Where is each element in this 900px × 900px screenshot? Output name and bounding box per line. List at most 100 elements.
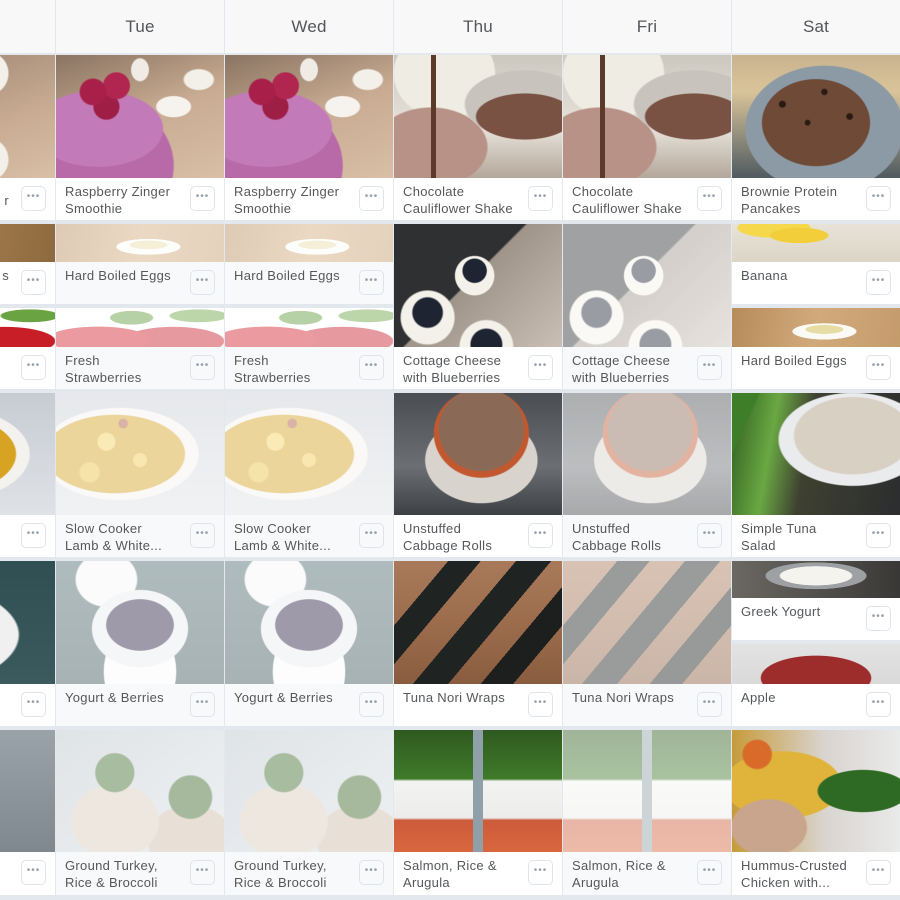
meal-card[interactable]: Cottage Cheese with Blueberries ••• [563,224,731,391]
more-options-button[interactable]: ••• [866,523,891,548]
meal-image[interactable] [563,561,731,684]
meal-image[interactable] [732,561,900,598]
meal-card[interactable]: Raspberry Zinger Smoothie ••• [225,55,393,222]
meal-image[interactable] [732,393,900,515]
meal-card[interactable]: ••• [0,730,55,897]
more-options-button[interactable]: ••• [866,186,891,211]
meal-image[interactable] [56,55,224,178]
meal-name[interactable]: Brownie Protein Pancakes [741,183,854,217]
meal-card[interactable]: Hard Boiled Eggs ••• [732,308,900,391]
meal-card[interactable]: Unstuffed Cabbage Rolls ••• [563,393,731,559]
more-options-button[interactable]: ••• [866,692,891,717]
meal-name[interactable]: Cottage Cheese with Blueberries [572,352,685,386]
meal-card[interactable]: Hard Boiled Eggs ••• [56,224,224,306]
meal-name[interactable]: Salmon, Rice & Arugula [403,857,516,891]
meal-image[interactable] [56,393,224,515]
meal-name[interactable]: Slow Cooker Lamb & White... [65,520,178,554]
meal-name[interactable]: r [4,192,9,209]
meal-card[interactable]: Hard Boiled Eggs ••• [225,224,393,306]
more-options-button[interactable]: ••• [190,355,215,380]
more-options-button[interactable]: ••• [528,860,553,885]
meal-image[interactable] [732,55,900,178]
meal-card[interactable]: Slow Cooker Lamb & White... ••• [225,393,393,559]
meal-card[interactable]: Brownie Protein Pancakes ••• [732,55,900,222]
meal-card[interactable]: Cottage Cheese with Blueberries ••• [394,224,562,391]
more-options-button[interactable]: ••• [190,523,215,548]
more-options-button[interactable]: ••• [359,270,384,295]
more-options-button[interactable]: ••• [190,270,215,295]
meal-card[interactable]: Tuna Nori Wraps ••• [563,561,731,728]
more-options-button[interactable]: ••• [697,860,722,885]
meal-name[interactable]: Raspberry Zinger Smoothie [65,183,178,217]
meal-card[interactable]: Raspberry Zinger Smoothie ••• [56,55,224,222]
meal-image[interactable] [56,730,224,852]
meal-name[interactable]: Chocolate Cauliflower Shake [572,183,685,217]
meal-card[interactable]: Unstuffed Cabbage Rolls ••• [394,393,562,559]
more-options-button[interactable]: ••• [866,270,891,295]
meal-name[interactable]: Unstuffed Cabbage Rolls [403,520,516,554]
meal-image[interactable] [56,308,224,347]
meal-image[interactable] [225,55,393,178]
meal-image[interactable] [563,224,731,347]
meal-card[interactable]: Fresh Strawberries ••• [56,308,224,391]
meal-card[interactable]: s ••• [0,224,55,306]
meal-card[interactable]: Fresh Strawberries ••• [225,308,393,391]
meal-image[interactable] [225,308,393,347]
more-options-button[interactable]: ••• [190,860,215,885]
meal-name[interactable]: Slow Cooker Lamb & White... [234,520,347,554]
meal-card[interactable]: Hummus-Crusted Chicken with... ••• [732,730,900,897]
meal-card[interactable]: Salmon, Rice & Arugula ••• [563,730,731,897]
more-options-button[interactable]: ••• [528,523,553,548]
meal-card[interactable]: Yogurt & Berries ••• [56,561,224,728]
meal-card[interactable]: Yogurt & Berries ••• [225,561,393,728]
meal-card[interactable]: Banana ••• [732,224,900,306]
meal-name[interactable]: Banana [741,267,854,284]
meal-image[interactable] [0,55,55,178]
meal-image[interactable] [732,308,900,347]
meal-name[interactable]: Fresh Strawberries [65,352,178,386]
meal-name[interactable]: Salmon, Rice & Arugula [572,857,685,891]
meal-image[interactable] [0,308,55,347]
more-options-button[interactable]: ••• [359,860,384,885]
more-options-button[interactable]: ••• [697,355,722,380]
meal-name[interactable]: Tuna Nori Wraps [403,689,516,706]
more-options-button[interactable]: ••• [190,186,215,211]
meal-name[interactable]: Apple [741,689,854,706]
meal-image[interactable] [563,730,731,852]
meal-card[interactable]: ••• [0,393,55,559]
meal-card[interactable]: Ground Turkey, Rice & Broccoli ••• [56,730,224,897]
meal-image[interactable] [0,730,55,852]
meal-image[interactable] [225,224,393,262]
meal-card[interactable]: Apple ••• [732,644,900,728]
more-options-button[interactable]: ••• [21,692,46,717]
meal-name[interactable]: Tuna Nori Wraps [572,689,685,706]
more-options-button[interactable]: ••• [866,355,891,380]
meal-name[interactable]: Hard Boiled Eggs [65,267,178,284]
more-options-button[interactable]: ••• [866,860,891,885]
meal-image[interactable] [732,644,900,684]
more-options-button[interactable]: ••• [21,355,46,380]
meal-name[interactable]: Hummus-Crusted Chicken with... [741,857,854,891]
more-options-button[interactable]: ••• [359,355,384,380]
more-options-button[interactable]: ••• [697,186,722,211]
meal-card[interactable]: Ground Turkey, Rice & Broccoli ••• [225,730,393,897]
meal-card[interactable]: Slow Cooker Lamb & White... ••• [56,393,224,559]
meal-name[interactable]: Yogurt & Berries [234,689,347,706]
more-options-button[interactable]: ••• [21,860,46,885]
meal-card[interactable]: Greek Yogurt ••• [732,561,900,642]
meal-image[interactable] [0,393,55,515]
meal-image[interactable] [225,730,393,852]
meal-image[interactable] [394,55,562,178]
meal-card[interactable]: Chocolate Cauliflower Shake ••• [563,55,731,222]
meal-name[interactable]: Chocolate Cauliflower Shake [403,183,516,217]
meal-image[interactable] [0,224,55,262]
meal-image[interactable] [732,730,900,852]
meal-name[interactable]: Greek Yogurt [741,603,854,620]
meal-card[interactable]: ••• [0,561,55,728]
meal-image[interactable] [56,561,224,684]
meal-name[interactable]: Raspberry Zinger Smoothie [234,183,347,217]
meal-image[interactable] [394,224,562,347]
meal-card[interactable]: Chocolate Cauliflower Shake ••• [394,55,562,222]
more-options-button[interactable]: ••• [528,186,553,211]
meal-card[interactable]: Simple Tuna Salad ••• [732,393,900,559]
